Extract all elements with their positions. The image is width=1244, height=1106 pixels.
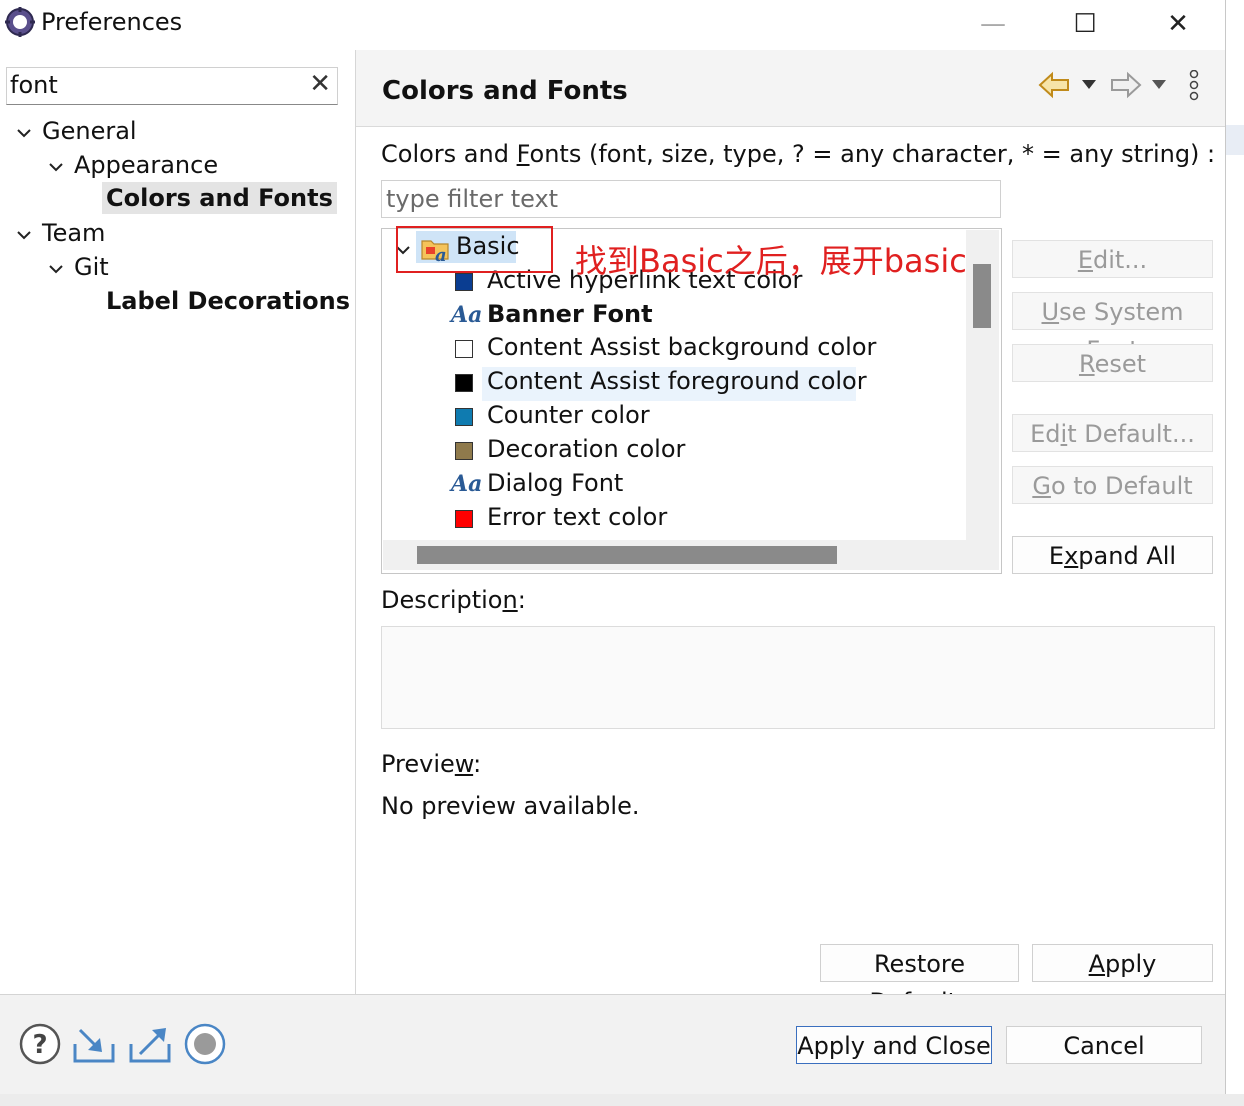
- preview-text: No preview available.: [381, 792, 640, 820]
- color-swatch: [455, 273, 473, 291]
- go-to-default-button[interactable]: Go to Default: [1012, 466, 1213, 504]
- edit-default-button[interactable]: Edit Default...: [1012, 414, 1213, 452]
- tree-item-git[interactable]: Git: [74, 253, 109, 281]
- font-icon: Aa: [451, 471, 483, 497]
- close-button[interactable]: ✕: [1148, 4, 1208, 44]
- tree-item-appearance[interactable]: Appearance: [74, 151, 218, 179]
- tree-row-color[interactable]: Content Assist foreground color: [382, 367, 962, 401]
- tree-row-font[interactable]: Aa Banner Font: [382, 300, 962, 334]
- record-icon[interactable]: [183, 1022, 227, 1066]
- chevron-down-icon[interactable]: [17, 228, 31, 242]
- tree-horizontal-scroll-thumb[interactable]: [417, 546, 837, 564]
- clear-filter-icon[interactable]: ✕: [309, 69, 331, 99]
- preview-label: Preview:: [381, 750, 482, 778]
- cancel-button[interactable]: Cancel: [1006, 1026, 1202, 1064]
- tree-row-label: Counter color: [487, 401, 650, 429]
- chevron-down-icon[interactable]: [49, 262, 63, 276]
- chevron-down-icon[interactable]: [49, 160, 63, 174]
- tree-row-color[interactable]: Error text color: [382, 503, 962, 537]
- forward-arrow-icon[interactable]: [1108, 70, 1142, 100]
- reset-button[interactable]: Reset: [1012, 344, 1213, 382]
- tree-item-label-decorations[interactable]: Label Decorations: [106, 287, 350, 315]
- preferences-window: Preferences — ☐ ✕ ✕ General Appearance C…: [0, 0, 1226, 1094]
- tree-row-font[interactable]: Aa Dialog Font: [382, 469, 962, 503]
- tree-row-color[interactable]: Decoration color: [382, 435, 962, 469]
- tree-row-label: Banner Font: [487, 300, 653, 328]
- apply-and-close-button[interactable]: Apply and Close: [796, 1026, 992, 1064]
- title-bar: Preferences — ☐ ✕: [0, 0, 1225, 50]
- app-gear-icon: [5, 7, 35, 37]
- annotation-highlight-box: [396, 226, 553, 273]
- window-title: Preferences: [41, 8, 183, 36]
- dropdown-icon[interactable]: [1152, 80, 1166, 90]
- help-icon[interactable]: ?: [18, 1022, 62, 1066]
- apply-button[interactable]: Apply: [1032, 944, 1213, 982]
- edit-button[interactable]: Edit...: [1012, 240, 1213, 278]
- font-icon: Aa: [451, 302, 483, 328]
- page-title: Colors and Fonts: [382, 76, 628, 106]
- tree-item-colors-and-fonts[interactable]: Colors and Fonts: [102, 182, 337, 214]
- background-bottom-band: [0, 1094, 1244, 1106]
- tree-row-color[interactable]: Content Assist background color: [382, 333, 962, 367]
- more-vertical-icon[interactable]: [1188, 70, 1200, 102]
- tree-row-color[interactable]: Counter color: [382, 401, 962, 435]
- tree-vertical-scroll-thumb[interactable]: [973, 264, 991, 328]
- color-swatch: [455, 340, 473, 358]
- use-system-font-button[interactable]: Use System Font: [1012, 292, 1213, 364]
- sidebar-filter: ✕: [6, 67, 338, 105]
- type-filter-field: [381, 180, 1001, 218]
- color-swatch: [455, 510, 473, 528]
- dropdown-icon[interactable]: [1082, 80, 1096, 90]
- type-filter-input[interactable]: [386, 184, 986, 214]
- background-tab: [1226, 125, 1244, 155]
- color-swatch: [455, 442, 473, 460]
- tree-row-label: Content Assist background color: [487, 333, 877, 361]
- background-window-edge: [1226, 0, 1244, 1106]
- maximize-button[interactable]: ☐: [1055, 4, 1115, 44]
- tree-item-team[interactable]: Team: [42, 219, 105, 247]
- tree-row-label: Decoration color: [487, 435, 686, 463]
- tree-row-label: Error text color: [487, 503, 668, 531]
- back-arrow-icon[interactable]: [1038, 70, 1072, 100]
- tree-row-label: Content Assist foreground color: [487, 367, 867, 395]
- minimize-button[interactable]: —: [963, 4, 1023, 44]
- description-label: Description:: [381, 586, 526, 614]
- svg-text:?: ?: [32, 1030, 47, 1060]
- page-header: Colors and Fonts: [356, 50, 1225, 127]
- chevron-down-icon[interactable]: [17, 126, 31, 140]
- tree-row-label: Dialog Font: [487, 469, 624, 497]
- expand-all-button[interactable]: Expand All: [1012, 536, 1213, 574]
- dialog-footer: ? Apply and Close Cancel: [0, 994, 1225, 1094]
- restore-defaults-button[interactable]: Restore Defaults: [820, 944, 1019, 1016]
- sidebar-filter-input[interactable]: [10, 70, 300, 100]
- export-icon[interactable]: [128, 1022, 172, 1066]
- preferences-sidebar: ✕ General Appearance Colors and Fonts Te…: [0, 50, 356, 994]
- tree-item-general[interactable]: General: [42, 117, 137, 145]
- import-icon[interactable]: [72, 1022, 116, 1066]
- colors-fonts-label: Colors and Fonts (font, size, type, ? = …: [381, 140, 1216, 168]
- description-box: [381, 626, 1215, 729]
- color-swatch: [455, 374, 473, 392]
- annotation-text: 找到Basic之后，展开basic: [575, 242, 967, 280]
- color-swatch: [455, 408, 473, 426]
